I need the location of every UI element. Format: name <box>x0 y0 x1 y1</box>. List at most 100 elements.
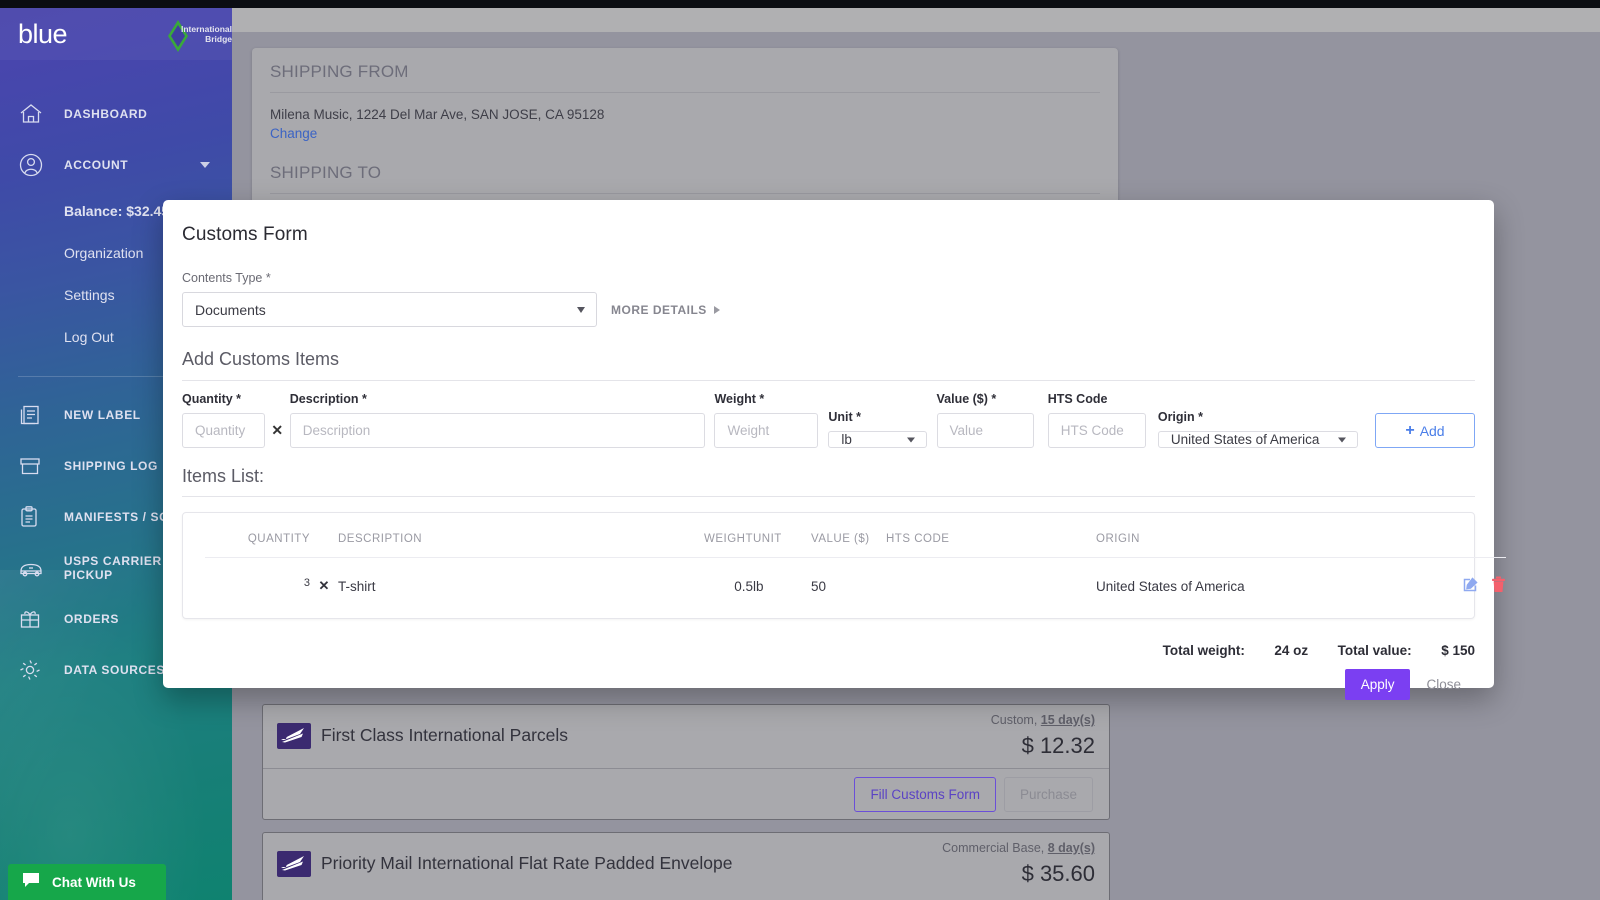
box-icon <box>18 454 64 478</box>
change-address-link[interactable]: Change <box>252 122 1118 141</box>
origin-label: Origin * <box>1157 410 1203 424</box>
rate-actions: Fill Customs Form Purchase <box>263 768 1109 819</box>
weight-input[interactable]: Weight <box>714 413 819 448</box>
unit-field-group: Unit * lb <box>828 410 927 448</box>
purchase-button[interactable]: Purchase <box>1003 776 1093 812</box>
chevron-down-icon[interactable] <box>200 161 210 168</box>
hts-code-input[interactable]: HTS Code <box>1047 413 1146 448</box>
items-table-head: QUANTITY DESCRIPTION WEIGHT UNIT VALUE (… <box>205 513 1506 558</box>
unit-select[interactable]: lb <box>828 431 927 448</box>
shipping-to-title: SHIPPING TO <box>270 163 382 182</box>
browser-toolbar-strip <box>232 8 1600 32</box>
chevron-down-icon <box>577 306 585 313</box>
truck-icon <box>18 557 64 579</box>
origin-field-group: Origin * United States of America <box>1157 410 1358 448</box>
description-input[interactable]: Description <box>289 413 706 448</box>
weight-field-group: Weight * Weight <box>714 392 819 448</box>
rate-meta-days: 8 day(s) <box>1047 841 1095 855</box>
sidebar-item-label: DATA SOURCES <box>64 662 165 677</box>
add-customs-items-heading: Add Customs Items <box>182 349 1475 381</box>
origin-value: United States of America <box>1170 432 1320 447</box>
rate-meta: Commercial Base, 8 day(s) <box>942 841 1095 855</box>
contents-type-select[interactable]: Documents <box>182 292 597 327</box>
items-table-body: 3 ✕ T-shirt 0.5 lb 50 United States of A… <box>205 558 1506 619</box>
table-row[interactable]: 3 ✕ T-shirt 0.5 lb 50 United States of A… <box>205 558 1506 619</box>
rate-option-card[interactable]: Priority Mail International Flat Rate Pa… <box>262 832 1110 900</box>
chat-widget-label: Chat With Us <box>52 874 136 890</box>
cell-value: 50 <box>811 578 827 594</box>
contents-type-label: Contents Type * <box>182 271 271 285</box>
cell-unit: lb <box>753 578 764 594</box>
browser-top-strip <box>0 0 1600 8</box>
app-root: SHIPPING FROM Milena Music, 1224 Del Mar… <box>0 0 1600 900</box>
rate-meta: Custom, 15 day(s) <box>991 713 1095 727</box>
total-value-label: Total value: <box>1337 643 1412 658</box>
cell-origin: United States of America <box>1096 578 1245 594</box>
quantity-label: Quantity * <box>182 392 242 406</box>
sidebar-item-label: NEW LABEL <box>64 407 141 422</box>
col-unit: UNIT <box>753 513 811 558</box>
quantity-field-group: Quantity * Quantity <box>182 392 265 448</box>
hts-code-field-group: HTS Code HTS Code <box>1047 392 1146 448</box>
unit-label: Unit * <box>828 410 862 424</box>
apply-button[interactable]: Apply <box>1344 669 1411 700</box>
close-button[interactable]: Close <box>1412 669 1475 700</box>
gear-icon <box>18 658 64 682</box>
quantity-input[interactable]: Quantity <box>182 413 265 448</box>
items-list-heading: Items List: <box>182 466 1475 497</box>
items-table: QUANTITY DESCRIPTION WEIGHT UNIT VALUE (… <box>205 513 1506 618</box>
rate-header: Priority Mail International Flat Rate Pa… <box>263 833 1109 897</box>
col-actions <box>1426 513 1506 558</box>
usps-eagle-icon <box>277 723 311 749</box>
col-quantity: QUANTITY <box>205 513 310 558</box>
more-details-label: MORE DETAILS <box>611 302 707 317</box>
add-customs-item-form: Quantity * Quantity ✕ Description * Desc… <box>182 392 1475 448</box>
edit-icon[interactable] <box>1462 576 1479 596</box>
rate-meta-prefix: Custom, <box>990 713 1041 727</box>
sidebar-item-label: SHIPPING LOG <box>64 458 158 473</box>
total-value-value: $ 150 <box>1441 643 1475 658</box>
chevron-right-icon <box>713 305 720 314</box>
cell-description: T-shirt <box>338 578 376 594</box>
customs-form-modal: Customs Form Contents Type * Documents M… <box>163 200 1506 700</box>
quantity-value: 3 <box>303 577 310 590</box>
trash-icon[interactable] <box>1491 576 1506 596</box>
col-weight: WEIGHT <box>683 513 753 558</box>
chat-with-us-widget[interactable]: Chat With Us <box>8 864 166 900</box>
table-header-row: QUANTITY DESCRIPTION WEIGHT UNIT VALUE (… <box>205 513 1506 558</box>
ib-line2: Bridge <box>205 34 232 44</box>
description-field-group: Description * Description <box>289 392 706 448</box>
value-field-group: Value ($) * Value <box>936 392 1034 448</box>
rate-option-card[interactable]: First Class International Parcels Custom… <box>262 704 1110 820</box>
rate-price: $ 12.32 <box>1021 733 1095 758</box>
add-item-button[interactable]: + Add <box>1374 413 1475 448</box>
row-action-icons <box>1426 576 1506 596</box>
sidebar-item-label: DASHBOARD <box>64 106 148 121</box>
label-icon <box>18 403 64 427</box>
sidebar-item-account[interactable]: ACCOUNT <box>0 139 232 190</box>
sidebar-item-label: ORDERS <box>64 611 119 626</box>
fill-customs-form-button[interactable]: Fill Customs Form <box>854 776 996 812</box>
multiplier-icon: ✕ <box>271 422 284 438</box>
col-origin: ORIGIN <box>1096 513 1426 558</box>
sidebar-subitem-label: Log Out <box>64 329 114 345</box>
col-hts-code: HTS CODE <box>886 513 1096 558</box>
sidebar-subitem-label: Balance: $32.45 <box>64 203 170 219</box>
chevron-down-icon <box>1337 437 1346 442</box>
value-input[interactable]: Value <box>936 413 1034 448</box>
home-icon <box>18 102 64 126</box>
contents-type-value: Documents <box>195 301 266 318</box>
cell-quantity: 3 <box>205 558 310 619</box>
rate-price: $ 35.60 <box>1021 861 1095 886</box>
usps-eagle-icon <box>277 851 311 877</box>
cell-multiplier: ✕ <box>310 558 338 619</box>
chevron-down-icon <box>906 437 915 442</box>
brand-logo[interactable]: blue <box>18 20 68 48</box>
sidebar-item-dashboard[interactable]: DASHBOARD <box>0 88 232 139</box>
international-bridge-logo: International Bridge <box>160 20 232 52</box>
total-weight-label: Total weight: <box>1162 643 1245 658</box>
rate-name: First Class International Parcels <box>321 725 569 745</box>
origin-select[interactable]: United States of America <box>1157 431 1358 448</box>
shipping-from-title: SHIPPING FROM <box>270 62 409 81</box>
more-details-toggle[interactable]: MORE DETAILS <box>611 303 720 317</box>
